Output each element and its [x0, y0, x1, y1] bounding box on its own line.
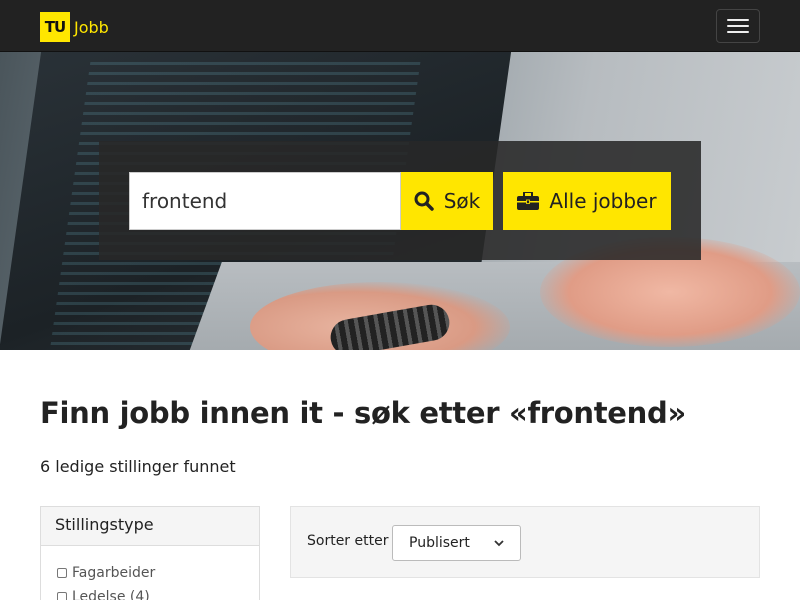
page-title: Finn jobb innen it - søk etter «frontend…: [40, 396, 686, 430]
tu-logo: TU: [40, 12, 70, 42]
job-type-filter-panel: Stillingstype Fagarbeider Ledelse (4): [40, 506, 260, 600]
sort-selected-value: Publisert: [409, 535, 470, 551]
brand-text: Jobb: [74, 17, 109, 37]
filter-option-fagarbeider[interactable]: Fagarbeider: [41, 565, 259, 581]
filter-panel-title: Stillingstype: [41, 507, 259, 546]
filter-option-label: Ledelse (4): [72, 589, 150, 600]
hamburger-menu-button[interactable]: [716, 9, 760, 43]
search-button[interactable]: Søk: [401, 172, 493, 230]
chevron-down-icon: [494, 540, 504, 547]
sort-panel: Sorter etter Publisert: [290, 506, 760, 578]
search-panel: Søk Alle jobber: [99, 141, 701, 260]
checkbox-icon[interactable]: [57, 568, 67, 578]
top-navbar: TU Jobb: [0, 0, 800, 52]
all-jobs-button[interactable]: Alle jobber: [503, 172, 671, 230]
sort-select[interactable]: Publisert: [392, 525, 521, 561]
all-jobs-button-label: Alle jobber: [549, 189, 657, 213]
checkbox-icon[interactable]: [57, 592, 67, 600]
hamburger-line: [727, 31, 749, 33]
brand-link[interactable]: TU Jobb: [40, 12, 109, 42]
briefcase-icon: [517, 192, 540, 210]
search-button-label: Søk: [443, 189, 481, 213]
filter-option-label: Fagarbeider: [72, 565, 156, 581]
hamburger-line: [727, 19, 749, 21]
sort-label: Sorter etter: [307, 533, 389, 549]
search-icon: [414, 191, 434, 211]
hero-banner: Søk Alle jobber: [0, 52, 800, 350]
search-input[interactable]: [129, 172, 401, 230]
result-count: 6 ledige stillinger funnet: [40, 457, 236, 476]
filter-option-ledelse[interactable]: Ledelse (4): [41, 589, 259, 600]
hamburger-line: [727, 25, 749, 27]
